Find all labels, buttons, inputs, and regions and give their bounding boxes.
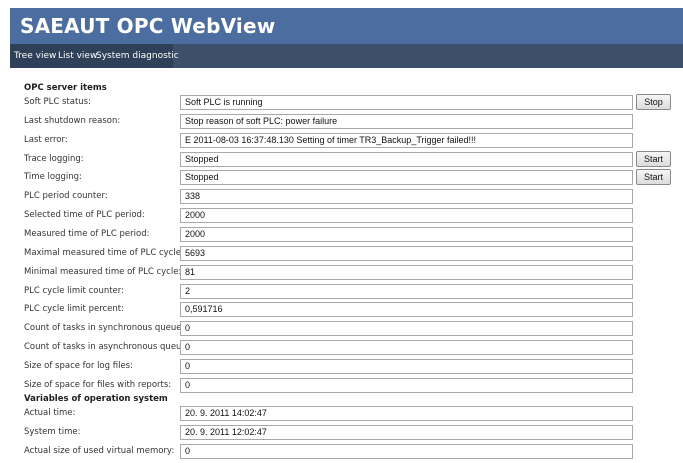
item-value-field: 0: [180, 358, 633, 374]
nav-item-list-view[interactable]: List view: [58, 44, 97, 68]
item-value-field: 20. 9. 2011 14:02:47: [180, 406, 633, 421]
item-row: Selected time of PLC period: 2000: [0, 207, 683, 225]
item-row: Maximal measured time of PLC cycle: 5693: [0, 245, 683, 263]
item-label: Minimal measured time of PLC cycle:: [24, 266, 182, 277]
item-value-field: Stopped: [180, 151, 633, 167]
item-row: System time: 20. 9. 2011 12:02:47: [0, 424, 683, 442]
item-label: PLC cycle limit percent:: [24, 304, 124, 315]
item-value-field: 0: [180, 321, 633, 337]
app-title: SAEAUT OPC WebView: [20, 14, 276, 38]
item-value-field: 2000: [180, 226, 633, 242]
item-value-field: 20. 9. 2011 12:02:47: [180, 424, 633, 440]
item-label: Soft PLC status:: [24, 97, 91, 107]
item-row: Size of space for log files: 0: [0, 358, 683, 376]
item-row: PLC period counter: 338: [0, 188, 683, 206]
start-button[interactable]: Start: [636, 150, 671, 167]
item-value-field: 81: [180, 264, 633, 280]
item-label: Selected time of PLC period:: [24, 210, 145, 221]
stop-button[interactable]: Stop: [636, 94, 671, 110]
item-label: Maximal measured time of PLC cycle:: [24, 247, 184, 258]
item-row: Soft PLC status: Soft PLC is running Stop: [0, 94, 683, 112]
item-row: Minimal measured time of PLC cycle: 81: [0, 264, 683, 282]
item-row: PLC cycle limit counter: 2: [0, 283, 683, 301]
item-label: Size of space for log files:: [24, 360, 133, 371]
item-label: Time logging:: [24, 172, 82, 183]
nav-bar: Tree view List view System diagnostic: [10, 44, 683, 68]
item-label: PLC period counter:: [24, 191, 108, 202]
item-label: Count of tasks in asynchronous queue:: [24, 342, 190, 353]
item-value-field: 0: [180, 340, 633, 356]
section-title: Variables of operation system: [24, 394, 168, 404]
item-row: Actual size of used virtual memory: 0: [0, 443, 683, 461]
item-row: Size of space for files with reports: 0: [0, 377, 683, 395]
item-value-field: Stopped: [180, 170, 633, 186]
item-row: Time logging: Stopped Start: [0, 169, 683, 187]
item-row: Trace logging: Stopped Start: [0, 150, 683, 169]
item-value-field: 0: [180, 377, 633, 393]
item-label: Trace logging:: [24, 153, 84, 164]
item-label: System time:: [24, 426, 81, 437]
item-value-field: E 2011-08-03 16:37:48.130 Setting of tim…: [180, 132, 633, 148]
item-row: PLC cycle limit percent: 0,591716: [0, 301, 683, 319]
item-value-field: 0,591716: [180, 302, 633, 318]
item-value-field: 0: [180, 443, 633, 459]
item-value-field: 338: [180, 189, 633, 205]
section-title: OPC server items: [24, 83, 107, 93]
item-label: Actual time:: [24, 408, 76, 418]
item-row: Last error: E 2011-08-03 16:37:48.130 Set…: [0, 132, 683, 150]
nav-item-tree-view[interactable]: Tree view: [14, 44, 56, 68]
item-row: Count of tasks in asynchronous queue: 0: [0, 339, 683, 357]
item-label: Actual size of used virtual memory:: [24, 445, 175, 456]
item-label: Last error:: [24, 134, 68, 145]
item-label: Size of space for files with reports:: [24, 379, 172, 390]
item-row: Count of tasks in synchronous queue: 0: [0, 320, 683, 338]
item-label: PLC cycle limit counter:: [24, 285, 124, 296]
item-value-field: Stop reason of soft PLC: power failure: [180, 113, 633, 129]
item-row: Actual time: 20. 9. 2011 14:02:47: [0, 405, 683, 423]
item-value-field: 2: [180, 283, 633, 299]
nav-item-system-diagnostic[interactable]: System diagnostic: [96, 44, 179, 68]
item-label: Measured time of PLC period:: [24, 228, 150, 239]
item-row: Measured time of PLC period: 2000: [0, 226, 683, 244]
item-label: Count of tasks in synchronous queue:: [24, 323, 185, 334]
item-row: Last shutdown reason: Stop reason of soft…: [0, 113, 683, 131]
item-value-field: Soft PLC is running: [180, 95, 633, 110]
item-value-field: 2000: [180, 208, 633, 224]
item-value-field: 5693: [180, 245, 633, 261]
start-button[interactable]: Start: [636, 169, 671, 186]
item-label: Last shutdown reason:: [24, 115, 121, 126]
app-header: SAEAUT OPC WebView: [10, 8, 683, 44]
